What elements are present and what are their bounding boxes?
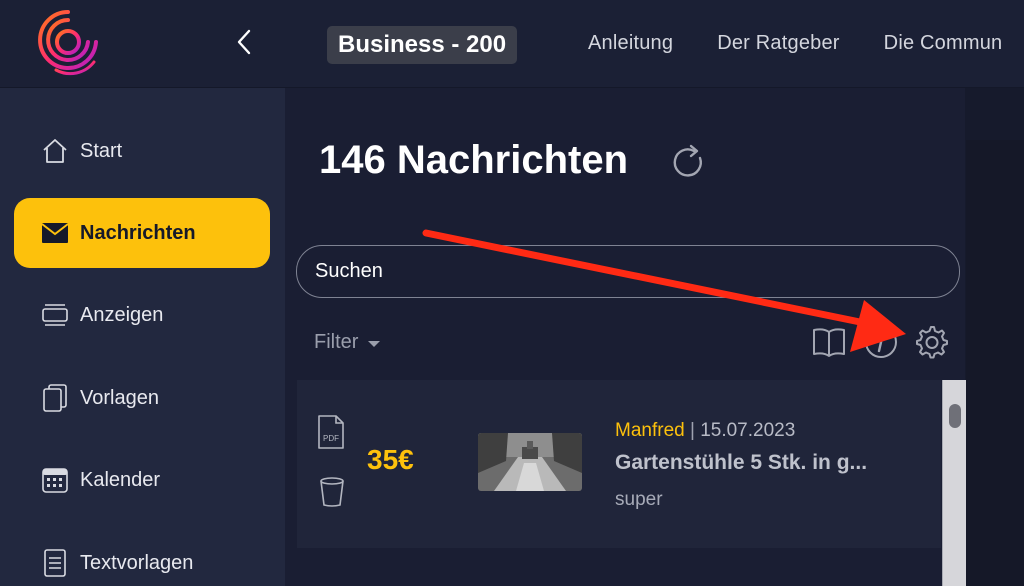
book-icon[interactable] xyxy=(811,324,847,360)
envelope-icon xyxy=(40,218,70,248)
sidebar-item-textvorlagen[interactable]: Textvorlagen xyxy=(14,528,270,586)
sidebar-item-kalender[interactable]: Kalender xyxy=(14,445,270,515)
pdf-label: PDF xyxy=(323,434,339,443)
message-title: Gartenstühle 5 Stk. in g... xyxy=(615,451,868,474)
settings-gear-icon[interactable] xyxy=(913,324,949,360)
sidebar-item-label: Start xyxy=(80,139,123,162)
chevron-left-icon xyxy=(237,29,251,55)
sidebar-item-start[interactable]: Start xyxy=(14,116,270,186)
sidebar-item-anzeigen[interactable]: Anzeigen xyxy=(14,280,270,350)
app-logo[interactable] xyxy=(36,4,100,76)
message-meta: Manfred | 15.07.2023 xyxy=(615,420,795,442)
sidebar-item-label: Nachrichten xyxy=(80,221,196,244)
page-title: 146 Nachrichten xyxy=(319,138,629,182)
pdf-icon[interactable]: PDF xyxy=(317,414,345,450)
calendar-icon xyxy=(40,465,70,495)
caret-down-icon xyxy=(368,340,381,347)
ads-icon xyxy=(40,300,70,330)
sender-name: Manfred xyxy=(615,420,685,441)
sidebar-item-label: Kalender xyxy=(80,468,161,491)
main-content: 146 Nachrichten Filter PDF 35€ xyxy=(285,88,965,586)
document-icon xyxy=(40,548,70,578)
templates-icon xyxy=(40,383,70,413)
search-input[interactable] xyxy=(296,245,960,298)
nav-link-anleitung[interactable]: Anleitung xyxy=(588,32,673,55)
scrollbar[interactable] xyxy=(942,380,966,586)
plan-badge[interactable]: Business - 200 xyxy=(327,26,518,64)
refresh-icon[interactable] xyxy=(669,142,709,182)
listing-thumbnail[interactable] xyxy=(478,433,582,491)
back-button[interactable] xyxy=(228,24,260,60)
sidebar: Start Nachrichten Anzeigen Vorlagen Kale… xyxy=(0,88,285,586)
sidebar-item-label: Vorlagen xyxy=(80,386,159,409)
right-panel xyxy=(966,140,1024,586)
filter-dropdown[interactable]: Filter xyxy=(314,331,381,354)
meta-separator: | xyxy=(689,420,695,441)
message-list-item[interactable]: PDF 35€ Manfred | 15.07.2023 Gartenstühl… xyxy=(297,380,941,548)
sidebar-item-nachrichten[interactable]: Nachrichten xyxy=(14,198,270,268)
sidebar-item-vorlagen[interactable]: Vorlagen xyxy=(14,363,270,433)
nav-link-ratgeber[interactable]: Der Ratgeber xyxy=(717,32,839,55)
scrollbar-thumb[interactable] xyxy=(949,404,961,428)
filter-label: Filter xyxy=(314,331,359,353)
price-label: 35€ xyxy=(367,444,414,475)
trash-icon[interactable] xyxy=(319,476,345,508)
message-date: 15.07.2023 xyxy=(700,420,796,441)
info-icon[interactable] xyxy=(863,324,899,360)
nav-link-community[interactable]: Die Commun xyxy=(884,32,1003,55)
sidebar-item-label: Anzeigen xyxy=(80,303,164,326)
sidebar-item-label: Textvorlagen xyxy=(80,551,194,574)
top-bar: Business - 200 Anleitung Der Ratgeber Di… xyxy=(0,0,1024,88)
message-preview: super xyxy=(615,489,663,510)
home-icon xyxy=(40,136,70,166)
top-navigation: Anleitung Der Ratgeber Die Commun xyxy=(588,32,1002,55)
